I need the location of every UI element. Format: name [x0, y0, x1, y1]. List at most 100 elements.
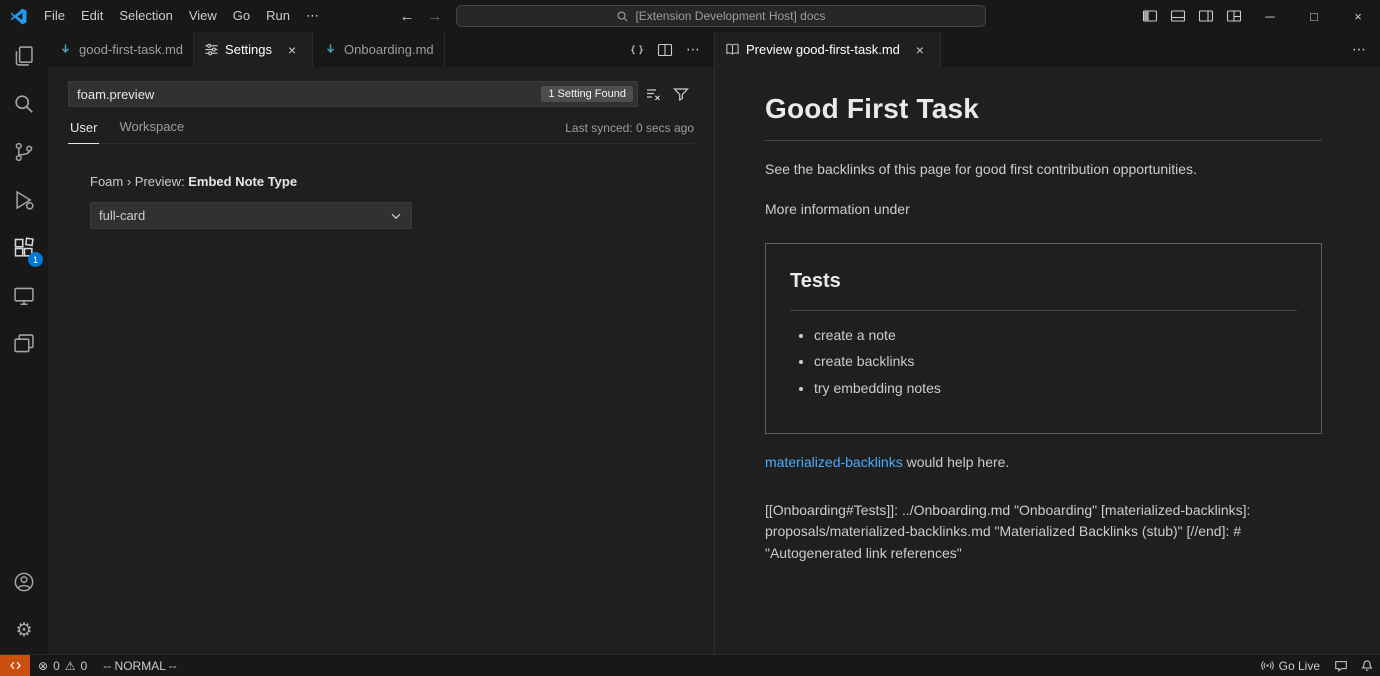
embedded-note-heading: Tests — [790, 266, 1297, 311]
markdown-preview: Good First Task See the backlinks of thi… — [715, 67, 1380, 654]
settings-editor: foam.preview 1 Setting Found User Worksp… — [48, 67, 714, 229]
status-bar-right: Go Live — [1253, 655, 1380, 676]
title-bar: File Edit Selection View Go Run ⋯ ← → [E… — [0, 0, 1380, 32]
chevron-down-icon — [389, 209, 403, 223]
tab-onboarding[interactable]: Onboarding.md — [313, 32, 445, 67]
error-icon: ⊗ — [38, 660, 48, 672]
more-actions-icon[interactable]: ⋯ — [1346, 37, 1372, 63]
scope-tab-user[interactable]: User — [68, 120, 99, 144]
titlebar-center: ← → [Extension Development Host] docs — [394, 3, 986, 29]
source-control-icon[interactable] — [0, 128, 48, 176]
settings-sliders-icon — [204, 42, 219, 57]
editor-groups: good-first-task.md Settings × Onboardi — [48, 32, 1380, 654]
embed-note-type-select[interactable]: full-card — [90, 202, 412, 229]
tab-label: Preview good-first-task.md — [746, 42, 900, 57]
settings-search-row: foam.preview 1 Setting Found — [68, 81, 694, 107]
go-live-label: Go Live — [1279, 659, 1320, 673]
run-and-debug-icon[interactable] — [0, 176, 48, 224]
tab-preview-good-first-task[interactable]: Preview good-first-task.md × — [715, 32, 941, 67]
toggle-panel-icon[interactable] — [1164, 2, 1192, 30]
materialized-backlinks-link[interactable]: materialized-backlinks — [765, 454, 903, 470]
split-editor-icon[interactable] — [652, 37, 678, 63]
editor-group-right: Preview good-first-task.md × ⋯ Good Firs… — [715, 32, 1380, 654]
go-live-button[interactable]: Go Live — [1253, 655, 1328, 676]
tab-settings[interactable]: Settings × — [194, 32, 313, 67]
windows-panels-icon[interactable] — [0, 320, 48, 368]
command-center-search[interactable]: [Extension Development Host] docs — [456, 5, 986, 27]
settings-search-value: foam.preview — [77, 87, 154, 102]
setting-item-embed-note-type: Foam › Preview: Embed Note Type full-car… — [90, 174, 694, 229]
settings-gear-icon[interactable]: ⚙ — [0, 606, 48, 654]
problems-indicator[interactable]: ⊗ 0 ⚠ 0 — [30, 655, 95, 676]
tab-label: Settings — [225, 42, 272, 57]
menu-edit[interactable]: Edit — [73, 0, 111, 32]
markdown-file-icon — [323, 42, 338, 57]
close-tab-icon[interactable]: × — [910, 40, 930, 60]
vscode-window: File Edit Selection View Go Run ⋯ ← → [E… — [0, 0, 1380, 676]
history-forward-icon[interactable]: → — [422, 3, 448, 29]
close-tab-icon[interactable]: × — [282, 40, 302, 60]
history-back-icon[interactable]: ← — [394, 3, 420, 29]
menu-file[interactable]: File — [36, 0, 73, 32]
link-suffix: would help here. — [903, 454, 1010, 470]
embedded-note-card: Tests create a note create backlinks try… — [765, 243, 1322, 434]
vscode-logo-icon — [0, 8, 36, 25]
tab-label: Onboarding.md — [344, 42, 434, 57]
close-window-button[interactable]: × — [1336, 0, 1380, 32]
more-actions-icon[interactable]: ⋯ — [680, 37, 706, 63]
menu-selection[interactable]: Selection — [111, 0, 180, 32]
extensions-badge: 1 — [28, 252, 43, 267]
scope-tab-workspace[interactable]: Workspace — [117, 119, 186, 143]
minimize-button[interactable]: ─ — [1248, 0, 1292, 32]
open-settings-json-icon[interactable] — [624, 37, 650, 63]
left-tab-bar: good-first-task.md Settings × Onboardi — [48, 32, 714, 67]
search-icon — [616, 10, 629, 23]
settings-search-input[interactable]: foam.preview 1 Setting Found — [68, 81, 638, 107]
setting-title: Foam › Preview: Embed Note Type — [90, 174, 694, 189]
notifications-bell-icon[interactable] — [1354, 655, 1380, 676]
clear-search-filters-icon[interactable] — [640, 81, 666, 107]
settings-scope-row: User Workspace Last synced: 0 secs ago — [68, 119, 694, 144]
setting-category: Foam › Preview: — [90, 174, 188, 189]
preview-more-info: More information under — [765, 199, 1322, 221]
error-count: 0 — [53, 659, 60, 673]
feedback-icon[interactable] — [1328, 655, 1354, 676]
toggle-secondary-sidebar-icon[interactable] — [1192, 2, 1220, 30]
warning-count: 0 — [81, 659, 88, 673]
main-area: 1 ⚙ goo — [0, 32, 1380, 654]
warning-icon: ⚠ — [65, 660, 76, 672]
setting-name: Embed Note Type — [188, 174, 297, 189]
customize-layout-icon[interactable] — [1220, 2, 1248, 30]
tab-label: good-first-task.md — [79, 42, 183, 57]
last-synced-label: Last synced: 0 secs ago — [565, 121, 694, 143]
menu-more-icon[interactable]: ⋯ — [298, 0, 327, 32]
vim-mode-indicator[interactable]: -- NORMAL -- — [95, 655, 185, 676]
preview-link-line: materialized-backlinks would help here. — [765, 452, 1322, 474]
preview-book-icon — [725, 42, 740, 57]
remote-explorer-icon[interactable] — [0, 272, 48, 320]
toggle-primary-sidebar-icon[interactable] — [1136, 2, 1164, 30]
command-center-label: [Extension Development Host] docs — [635, 9, 825, 23]
tab-good-first-task[interactable]: good-first-task.md — [48, 32, 194, 67]
titlebar-left: File Edit Selection View Go Run ⋯ — [0, 0, 394, 32]
menu-view[interactable]: View — [181, 0, 225, 32]
extensions-icon[interactable]: 1 — [0, 224, 48, 272]
maximize-button[interactable]: □ — [1292, 0, 1336, 32]
left-tab-actions: ⋯ — [624, 32, 714, 67]
status-bar: ⊗ 0 ⚠ 0 -- NORMAL -- Go Live — [0, 654, 1380, 676]
list-item: create backlinks — [814, 351, 1297, 373]
menu-run[interactable]: Run — [258, 0, 298, 32]
link-references-text: [[Onboarding#Tests]]: ../Onboarding.md "… — [765, 500, 1322, 565]
broadcast-icon — [1261, 659, 1274, 672]
menu-go[interactable]: Go — [225, 0, 258, 32]
filter-settings-icon[interactable] — [668, 81, 694, 107]
explorer-icon[interactable] — [0, 32, 48, 80]
embedded-note-list: create a note create backlinks try embed… — [790, 325, 1297, 400]
preview-intro: See the backlinks of this page for good … — [765, 159, 1322, 181]
search-sidebar-icon[interactable] — [0, 80, 48, 128]
account-icon[interactable] — [0, 558, 48, 606]
settings-found-badge: 1 Setting Found — [541, 86, 633, 102]
list-item: create a note — [814, 325, 1297, 347]
titlebar-right: ─ □ × — [986, 0, 1380, 32]
remote-indicator[interactable] — [0, 655, 30, 676]
